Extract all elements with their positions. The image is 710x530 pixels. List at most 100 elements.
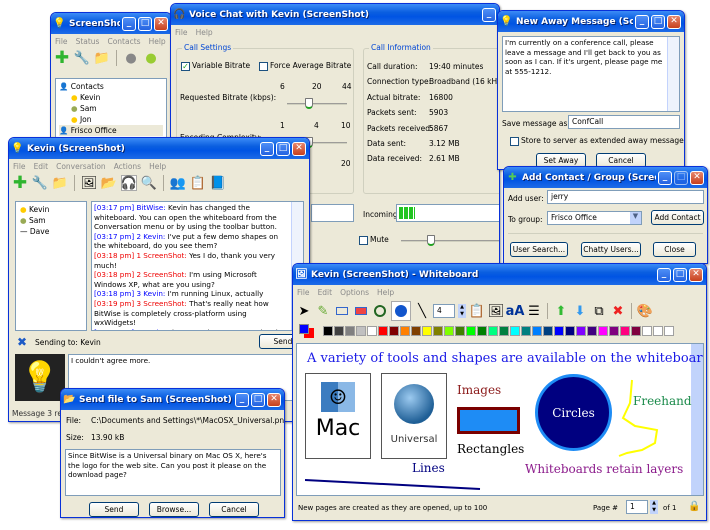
close-button[interactable]: ✕ <box>667 14 681 29</box>
circle-outline-icon[interactable] <box>372 303 388 319</box>
headset-icon[interactable]: 🎧 <box>121 175 137 191</box>
tree-group-contacts[interactable]: 👤 Contacts <box>59 81 163 92</box>
menu-contacts[interactable]: Contacts <box>107 37 140 46</box>
line-shape[interactable] <box>305 479 485 491</box>
send-backward-icon[interactable]: ⬇ <box>572 303 588 319</box>
cancel-send-icon[interactable]: ✖ <box>15 335 29 349</box>
participants-list[interactable]: ● Kevin ● Sam — Dave <box>15 201 87 331</box>
folder-info-icon[interactable]: 📁 <box>52 175 68 191</box>
color-swatch[interactable] <box>521 326 531 336</box>
menu-edit[interactable]: Edit <box>34 162 49 171</box>
title-bar[interactable]: 🖼 Kevin (ScreenShot) - Whiteboard _ □ ✕ <box>293 264 706 285</box>
rectangle-filled-icon[interactable] <box>353 303 369 319</box>
volume-slider-track[interactable] <box>401 235 499 246</box>
color-swatch[interactable] <box>477 326 487 336</box>
title-bar[interactable]: 📂 Send file to Sam (ScreenShot) _ □ ✕ <box>61 389 284 410</box>
minimize-button[interactable]: _ <box>122 16 136 31</box>
add-icon[interactable]: ✚ <box>12 173 28 193</box>
circle-shape[interactable]: Circles <box>535 374 612 451</box>
color-swatch[interactable] <box>389 326 399 336</box>
color-swatch[interactable] <box>642 326 652 336</box>
browse-button[interactable]: Browse... <box>149 502 199 517</box>
menu-file[interactable]: File <box>175 28 188 37</box>
add-contact-button[interactable]: Add Contact <box>651 210 704 225</box>
color-swatch[interactable] <box>598 326 608 336</box>
maximize-button[interactable]: □ <box>138 16 152 31</box>
title-bar[interactable]: ✚ Add Contact / Group (Screen..._□✕ <box>504 167 707 188</box>
participant-item[interactable]: ● Kevin <box>20 204 82 215</box>
chat-log[interactable]: [03:17 pm] BitWise: Kevin has changed th… <box>91 201 304 331</box>
current-colors[interactable] <box>299 324 315 338</box>
palette-icon[interactable]: 🎨 <box>637 303 653 319</box>
chevron-down-icon[interactable]: ▼ <box>630 212 641 224</box>
text-icon[interactable]: aA <box>506 303 525 319</box>
checkbox[interactable] <box>259 61 268 71</box>
minimize-button[interactable]: _ <box>635 14 649 29</box>
delete-icon[interactable]: ✖ <box>610 303 626 319</box>
color-swatch[interactable] <box>411 326 421 336</box>
color-swatch[interactable] <box>455 326 465 336</box>
minimize-button[interactable]: _ <box>235 392 249 407</box>
whiteboard-icon[interactable]: 🖼 <box>81 175 98 191</box>
minimize-button[interactable]: _ <box>657 267 671 282</box>
title-bar[interactable]: 💡ScreenShot_□✕ <box>51 13 171 34</box>
minimize-button[interactable]: _ <box>482 7 496 22</box>
color-swatch[interactable] <box>444 326 454 336</box>
color-swatch[interactable] <box>466 326 476 336</box>
color-swatch[interactable] <box>664 326 674 336</box>
color-swatch[interactable] <box>554 326 564 336</box>
menu-help[interactable]: Help <box>377 288 394 297</box>
user-info-icon[interactable]: 👥 <box>170 175 186 191</box>
color-swatch[interactable] <box>367 326 377 336</box>
maximize-button[interactable]: □ <box>651 14 665 29</box>
color-swatch[interactable] <box>323 326 333 336</box>
line-icon[interactable]: ╲ <box>414 303 430 319</box>
menu-file[interactable]: File <box>55 37 68 46</box>
participant-item[interactable]: ● Sam <box>20 215 82 226</box>
pointer-icon[interactable]: ➤ <box>296 303 312 319</box>
freehand-stroke[interactable] <box>617 378 672 458</box>
rectangle-outline-icon[interactable] <box>334 303 350 319</box>
variable-bitrate-checkbox[interactable]: ✓ Variable Bitrate <box>181 61 250 71</box>
color-swatch[interactable] <box>631 326 641 336</box>
color-swatch[interactable] <box>499 326 509 336</box>
color-swatch[interactable] <box>653 326 663 336</box>
file-message-input[interactable]: Since BitWise is a Universal binary on M… <box>65 449 281 496</box>
bulb-on-icon[interactable]: ● <box>143 50 159 66</box>
tree-group-frisco[interactable]: 👤 Frisco Office <box>59 125 163 136</box>
menu-status[interactable]: Status <box>76 37 100 46</box>
tree-contact-sam[interactable]: ● Sam <box>59 103 163 114</box>
away-message-textarea[interactable]: I'm currently on a conference call, plea… <box>502 36 680 112</box>
menu-file[interactable]: File <box>13 162 26 171</box>
mac-image[interactable]: ☺ Mac <box>305 373 371 459</box>
menu-help[interactable]: Help <box>196 28 213 37</box>
user-search-button[interactable]: User Search... <box>510 242 568 257</box>
fg-color-swatch[interactable] <box>299 324 309 334</box>
volume-slider-thumb[interactable] <box>427 235 435 246</box>
chatty-users-button[interactable]: Chatty Users... <box>581 242 641 257</box>
menu-options[interactable]: Options <box>340 288 369 297</box>
maximize-button[interactable]: □ <box>674 170 688 185</box>
properties-icon[interactable]: ☰ <box>526 303 542 319</box>
color-swatch[interactable] <box>400 326 410 336</box>
color-swatch[interactable] <box>334 326 344 336</box>
close-button[interactable]: Close <box>653 242 696 257</box>
close-button[interactable]: ✕ <box>690 170 704 185</box>
maximize-button[interactable]: □ <box>673 267 687 282</box>
color-swatch[interactable] <box>510 326 520 336</box>
color-swatch[interactable] <box>488 326 498 336</box>
mute-checkbox[interactable]: Mute <box>359 235 389 245</box>
tree-contact-jon[interactable]: ● Jon <box>59 114 163 125</box>
bring-forward-icon[interactable]: ⬆ <box>553 303 569 319</box>
title-bar[interactable]: 🎧 Voice Chat with Kevin (ScreenShot) _ <box>171 4 499 25</box>
page-number-input[interactable]: 1 <box>626 500 648 514</box>
rectangle-shape[interactable] <box>457 407 520 434</box>
scrollbar[interactable] <box>691 344 703 495</box>
wrench-icon[interactable]: 🔧 <box>32 175 48 191</box>
wrench-icon[interactable]: 🔧 <box>74 50 90 66</box>
color-swatch[interactable] <box>609 326 619 336</box>
menu-file[interactable]: File <box>297 288 310 297</box>
maximize-button[interactable]: □ <box>276 141 290 156</box>
book-icon[interactable]: 📘 <box>210 175 226 191</box>
color-swatch[interactable] <box>576 326 586 336</box>
